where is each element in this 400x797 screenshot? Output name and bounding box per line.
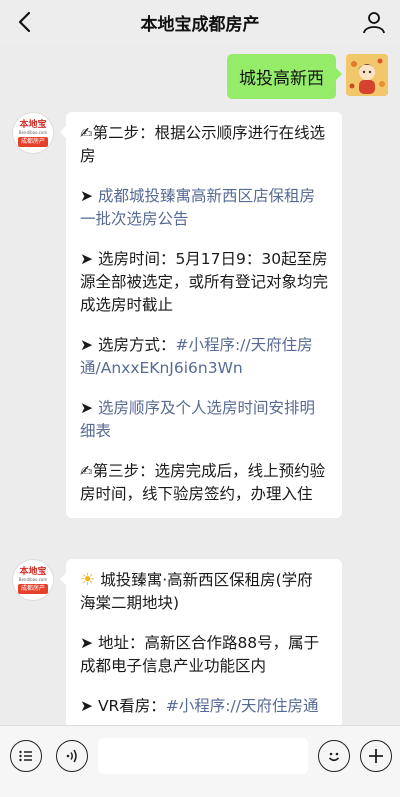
menu-list-icon [19,750,32,762]
vr-label: VR看房： [97,697,166,715]
property-title-paragraph: ☀ 城投臻寓·高新西区保租房(学府海棠二期地块) [80,569,328,615]
brand-logo-text: 本地宝 [19,566,47,577]
step3-paragraph: ✍第三步：选房完成后，线上预约验房时间，线下验房签约，办理入住 [80,460,328,506]
smiley-icon [328,752,340,762]
chat-title: 本地宝成都房产 [140,14,260,35]
announcement-link[interactable]: 成都城投臻寓高新西区店保租房一批次选房公告 [80,187,315,228]
user-avatar-image [346,54,388,96]
writing-hand-icon: ✍ [80,462,93,480]
property-title: 城投臻寓·高新西区保租房(学府海棠二期地块) [80,571,313,612]
arrow-icon: ➤ [80,399,93,417]
arrow-icon: ➤ [80,336,93,354]
chat-area[interactable]: 城投高新西 本地宝 Bendibao.com 成都房产 ✍第二步：根据公示顺序进… [0,44,400,725]
person-icon [363,12,385,34]
time-text: 选房时间：5月17日9：30起至房源全部被选定，或所有登记对象均完成选房时截止 [80,250,329,314]
arrow-icon: ➤ [80,250,93,268]
emoji-button[interactable] [318,740,350,772]
incoming-bubble-2[interactable]: ☀ 城投臻寓·高新西区保租房(学府海棠二期地块) ➤ 地址：高新区合作路88号，… [60,559,342,725]
address-paragraph: ➤ 地址：高新区合作路88号，属于成都电子信息产业功能区内 [80,632,328,678]
arrow-icon: ➤ [80,697,93,715]
method-paragraph: ➤ 选房方式：#小程序://天府住房通/AnxxEKnJ6i6n3Wn [80,334,328,380]
brand-avatar[interactable]: 本地宝 Bendibao.com 成都房产 [12,559,54,601]
more-button[interactable] [360,740,392,772]
sun-icon: ☀ [80,570,96,590]
chat-info-button[interactable] [358,6,390,38]
voice-button[interactable] [56,740,88,772]
vr-paragraph: ➤ VR看房：#小程序://天府住房通 [80,695,328,718]
brand-logo-text: 本地宝 [19,119,47,130]
step2-text: 第二步：根据公示顺序进行在线选房 [80,124,326,165]
schedule-link[interactable]: 选房顺序及个人选房时间安排明细表 [80,399,315,440]
method-label: 选房方式： [97,336,176,354]
time-paragraph: ➤ 选房时间：5月17日9：30起至房源全部被选定，或所有登记对象均完成选房时截… [80,248,328,317]
brand-logo-bar: 成都房产 [17,583,48,594]
brand-logo-sub: Bendibao.com [18,129,48,135]
message-input[interactable] [98,738,308,774]
arrow-icon: ➤ [80,634,93,652]
incoming-message-2: 本地宝 Bendibao.com 成都房产 ☀ 城投臻寓·高新西区保租房(学府海… [12,559,342,725]
voice-icon [66,749,77,763]
arrow-icon: ➤ [80,187,93,205]
incoming-message-1: 本地宝 Bendibao.com 成都房产 ✍第二步：根据公示顺序进行在线选房 … [12,112,342,518]
step2-paragraph: ✍第二步：根据公示顺序进行在线选房 [80,122,328,168]
vr-link[interactable]: #小程序://天府住房通 [166,697,319,715]
chat-header: 本地宝成都房产 [0,0,400,44]
writing-hand-icon: ✍ [80,124,93,142]
input-bar [0,725,400,797]
announcement-paragraph: ➤ 成都城投臻寓高新西区店保租房一批次选房公告 [80,185,328,231]
brand-logo-bar: 成都房产 [17,136,48,147]
address-text: 地址：高新区合作路88号，属于成都电子信息产业功能区内 [80,634,320,675]
brand-logo-sub: Bendibao.com [18,576,48,582]
brand-avatar[interactable]: 本地宝 Bendibao.com 成都房产 [12,112,54,154]
back-button[interactable] [8,6,40,38]
menu-button[interactable] [10,740,42,772]
step3-text: 第三步：选房完成后，线上预约验房时间，线下验房签约，办理入住 [80,462,326,503]
incoming-bubble-1[interactable]: ✍第二步：根据公示顺序进行在线选房 ➤ 成都城投臻寓高新西区店保租房一批次选房公… [60,112,342,518]
plus-icon [369,749,383,763]
outgoing-bubble[interactable]: 城投高新西 [227,54,342,99]
user-avatar[interactable] [346,54,388,96]
outgoing-message: 城投高新西 [227,54,388,99]
schedule-paragraph: ➤ 选房顺序及个人选房时间安排明细表 [80,397,328,443]
chevron-left-icon [18,11,31,33]
